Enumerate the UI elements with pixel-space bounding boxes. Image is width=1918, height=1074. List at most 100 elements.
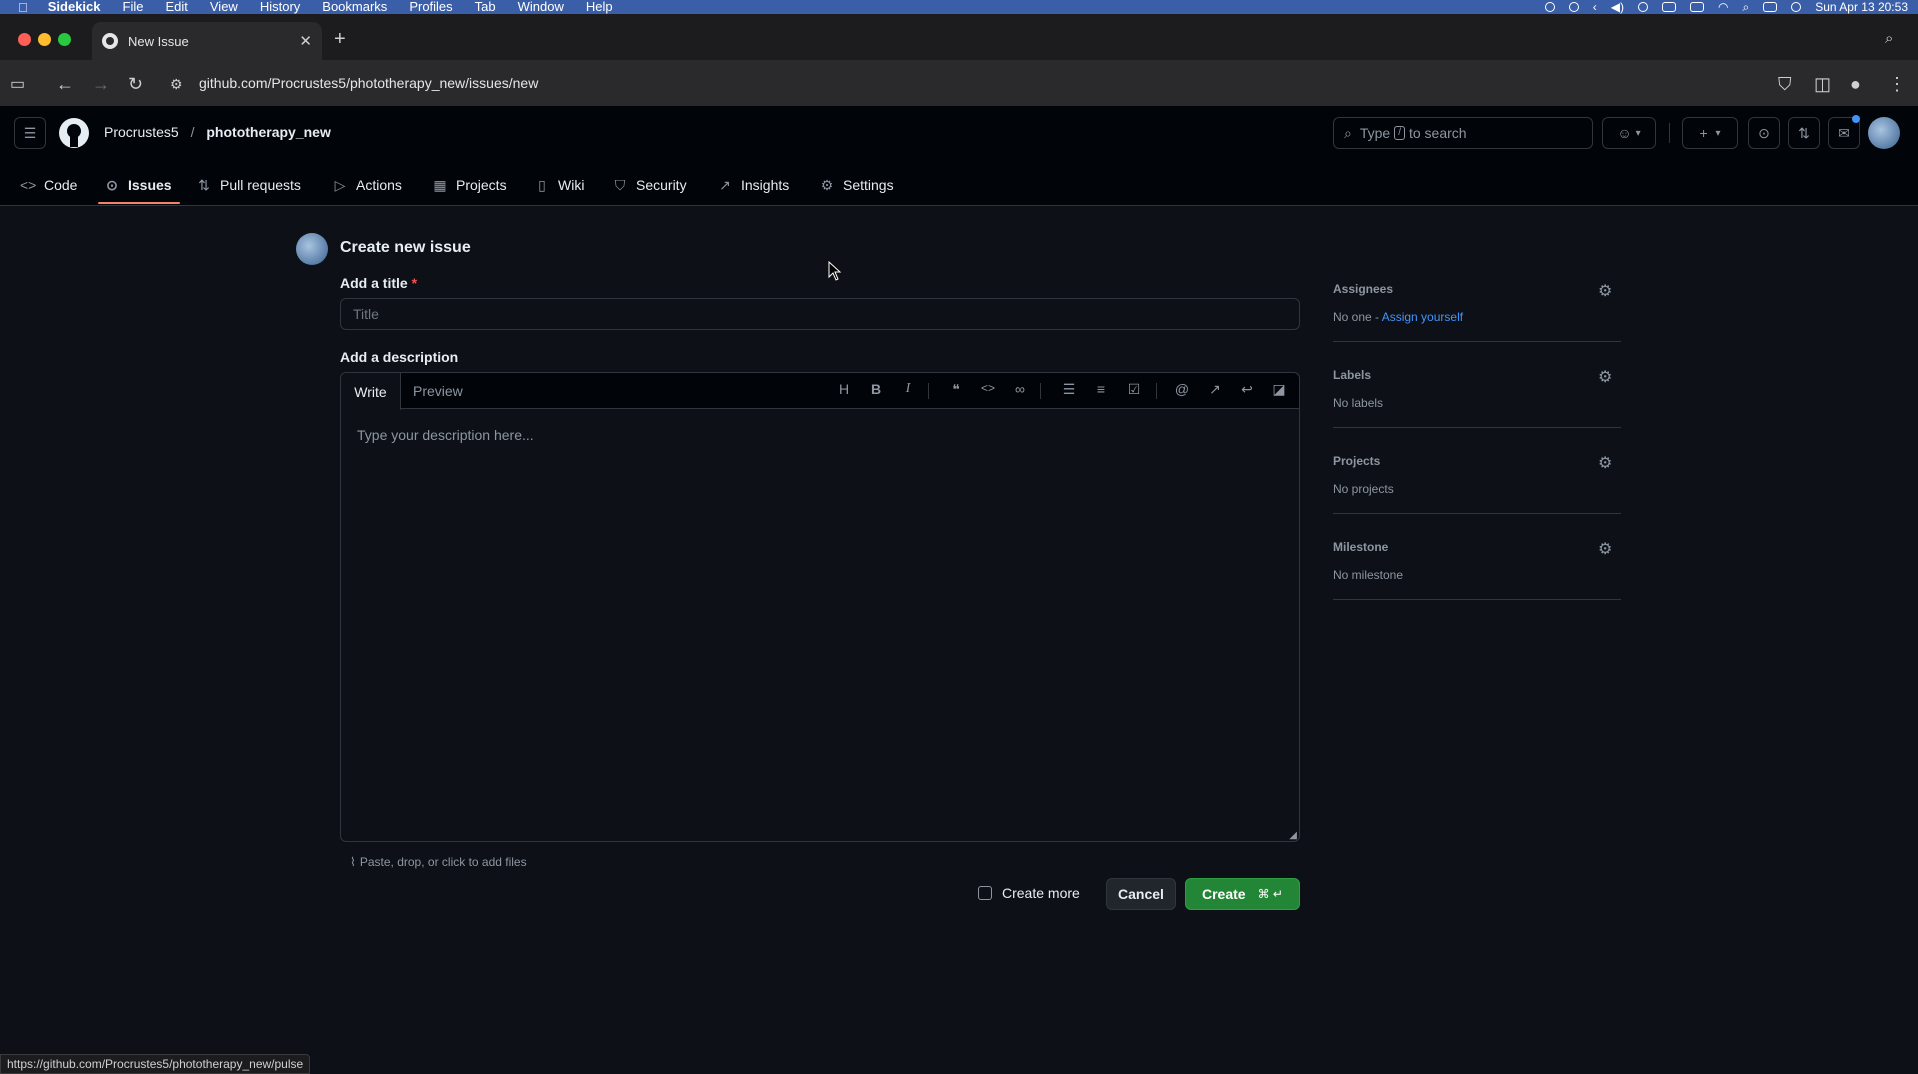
- slash-command-icon[interactable]: ◪: [1269, 381, 1289, 398]
- menu-history[interactable]: History: [260, 0, 300, 14]
- wifi-icon[interactable]: ◠: [1718, 0, 1728, 14]
- create-more-label[interactable]: Create more: [1002, 885, 1080, 901]
- cross-reference-icon[interactable]: ↗: [1205, 381, 1225, 398]
- pull-requests-shortcut-icon[interactable]: ⇅: [1788, 117, 1820, 149]
- site-settings-icon[interactable]: ⚙: [170, 76, 183, 93]
- menu-profiles[interactable]: Profiles: [409, 0, 452, 14]
- tab-preview[interactable]: Preview: [413, 373, 463, 409]
- create-button[interactable]: Create ⌘ ↵: [1185, 878, 1300, 910]
- sidebar-toggle-icon[interactable]: ▭: [10, 74, 25, 94]
- split-view-icon[interactable]: ◫: [1814, 74, 1831, 95]
- bold-icon[interactable]: B: [866, 381, 886, 397]
- play-icon[interactable]: [1638, 2, 1649, 12]
- menu-view[interactable]: View: [210, 0, 238, 14]
- github-logo-icon[interactable]: [58, 117, 90, 149]
- profile-icon[interactable]: ●: [1850, 74, 1861, 95]
- siri-icon[interactable]: [1791, 2, 1802, 12]
- quote-icon[interactable]: ❝: [946, 381, 966, 398]
- repo-tab-code[interactable]: <> Code: [20, 171, 77, 199]
- header-divider: [1669, 123, 1670, 143]
- milestone-heading[interactable]: Milestone: [1333, 540, 1388, 554]
- ordered-list-icon[interactable]: ≡: [1091, 381, 1111, 397]
- control-center-icon[interactable]: [1763, 2, 1778, 12]
- create-new-button[interactable]: + ▾: [1682, 117, 1738, 149]
- volume-icon[interactable]: ◀): [1611, 0, 1624, 14]
- back-icon[interactable]: ←: [56, 74, 74, 95]
- hamburger-menu-icon[interactable]: ☰: [14, 117, 46, 149]
- menu-clock[interactable]: Sun Apr 13 20:53: [1815, 0, 1908, 14]
- gear-icon[interactable]: ⚙: [1598, 281, 1612, 301]
- repo-tab-wiki[interactable]: ▯ Wiki: [534, 171, 584, 199]
- editor-toolbar: Write Preview H B I ❝ <> ∞ ☰ ≡ ☑ @ ↗ ↩ ◪: [341, 373, 1299, 410]
- italic-icon[interactable]: I: [898, 381, 918, 397]
- close-window-icon[interactable]: [18, 33, 31, 46]
- code-icon[interactable]: <>: [978, 381, 998, 395]
- forward-icon[interactable]: →: [92, 74, 110, 95]
- sync-icon[interactable]: [1568, 2, 1579, 12]
- tab-search-icon[interactable]: ⌕: [1885, 30, 1893, 47]
- labels-heading[interactable]: Labels: [1333, 368, 1371, 382]
- attach-files[interactable]: ⌇ Paste, drop, or click to add files: [350, 855, 527, 869]
- breadcrumb-repo[interactable]: phototherapy_new: [206, 124, 330, 140]
- cancel-button[interactable]: Cancel: [1106, 878, 1176, 910]
- apple-icon[interactable]: : [18, 0, 28, 15]
- gear-icon[interactable]: ⚙: [1598, 539, 1612, 559]
- chevron-down-icon: ▾: [1635, 127, 1641, 139]
- breadcrumb-owner[interactable]: Procrustes5: [104, 124, 179, 140]
- assignees-heading[interactable]: Assignees: [1333, 282, 1393, 296]
- menu-edit[interactable]: Edit: [165, 0, 187, 14]
- unordered-list-icon[interactable]: ☰: [1059, 381, 1079, 398]
- spotlight-icon[interactable]: ⌕: [1743, 0, 1750, 15]
- more-menu-icon[interactable]: ⋮: [1888, 74, 1906, 95]
- tab-write[interactable]: Write: [341, 373, 401, 410]
- record-icon[interactable]: [1544, 2, 1555, 12]
- menu-file[interactable]: File: [123, 0, 144, 14]
- assign-yourself-link[interactable]: Assign yourself: [1382, 310, 1463, 324]
- minimize-window-icon[interactable]: [38, 33, 51, 46]
- shield-extension-icon[interactable]: ⛉: [1778, 74, 1792, 95]
- create-more-checkbox[interactable]: [978, 886, 992, 900]
- projects-heading[interactable]: Projects: [1333, 454, 1380, 468]
- repo-tab-projects[interactable]: ▦ Projects: [432, 171, 506, 199]
- github-favicon-icon: [102, 33, 118, 49]
- menu-tab[interactable]: Tab: [475, 0, 496, 14]
- description-editor: Write Preview H B I ❝ <> ∞ ☰ ≡ ☑ @ ↗ ↩ ◪…: [340, 372, 1300, 842]
- url-field[interactable]: github.com/Procrustes5/phototherapy_new/…: [199, 75, 538, 91]
- gear-icon[interactable]: ⚙: [1598, 367, 1612, 387]
- issues-shortcut-icon[interactable]: ⊙: [1748, 117, 1780, 149]
- repo-tab-actions[interactable]: ▷ Actions: [332, 171, 402, 199]
- resize-handle-icon[interactable]: ◢: [1289, 830, 1297, 841]
- reload-icon[interactable]: ↻: [128, 74, 143, 95]
- menu-window[interactable]: Window: [518, 0, 564, 14]
- copilot-button[interactable]: ☺ ▾: [1602, 117, 1656, 149]
- new-tab-icon[interactable]: +: [334, 28, 346, 51]
- repo-tab-insights[interactable]: ↗ Insights: [717, 171, 789, 199]
- title-input[interactable]: Title: [340, 298, 1300, 330]
- user-avatar[interactable]: [1868, 117, 1900, 149]
- menu-help[interactable]: Help: [586, 0, 613, 14]
- description-textarea[interactable]: Type your description here...: [357, 427, 534, 443]
- chevron-left-icon[interactable]: ‹: [1593, 0, 1597, 14]
- gear-icon[interactable]: ⚙: [1598, 453, 1612, 473]
- create-shortcut-hint: ⌘ ↵: [1257, 887, 1283, 901]
- reply-icon[interactable]: ↩: [1237, 381, 1257, 398]
- keyboard-input-icon[interactable]: [1662, 2, 1677, 12]
- maximize-window-icon[interactable]: [58, 33, 71, 46]
- battery-icon[interactable]: [1690, 2, 1705, 12]
- task-list-icon[interactable]: ☑: [1124, 381, 1144, 398]
- repo-tab-security[interactable]: ⛉ Security: [612, 171, 687, 199]
- menu-app-name[interactable]: Sidekick: [48, 0, 101, 14]
- repo-tab-issues[interactable]: ⊙ Issues: [104, 171, 171, 199]
- link-icon[interactable]: ∞: [1010, 381, 1030, 397]
- repo-tab-pull-requests[interactable]: ⇅ Pull requests: [196, 171, 301, 199]
- close-tab-icon[interactable]: ✕: [299, 32, 312, 50]
- browser-tab[interactable]: New Issue ✕: [92, 22, 322, 60]
- repo-tab-settings[interactable]: ⚙ Settings: [819, 171, 894, 199]
- mention-icon[interactable]: @: [1172, 381, 1192, 397]
- search-input[interactable]: ⌕ Type / to search: [1333, 117, 1593, 149]
- heading-icon[interactable]: H: [834, 381, 854, 397]
- menu-bookmarks[interactable]: Bookmarks: [322, 0, 387, 14]
- pull-request-icon: ⇅: [198, 176, 210, 193]
- toolbar-divider: [1156, 383, 1157, 399]
- active-tab-underline: [98, 202, 180, 204]
